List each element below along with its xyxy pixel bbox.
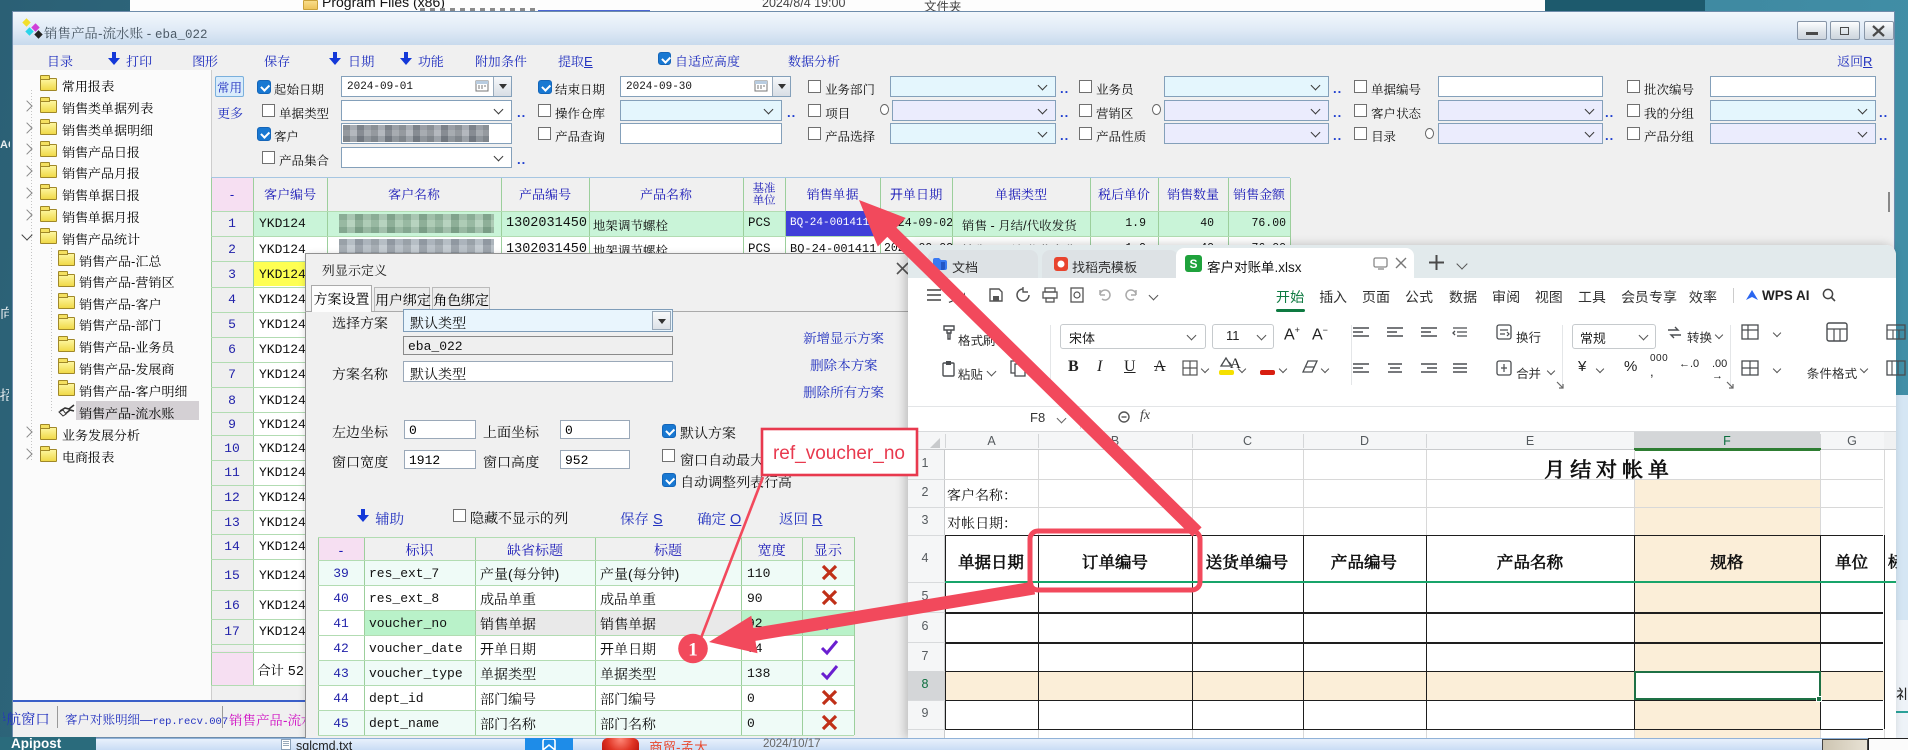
svg-text:ref_voucher_no: ref_voucher_no (773, 443, 905, 464)
svg-text:1: 1 (688, 640, 698, 661)
